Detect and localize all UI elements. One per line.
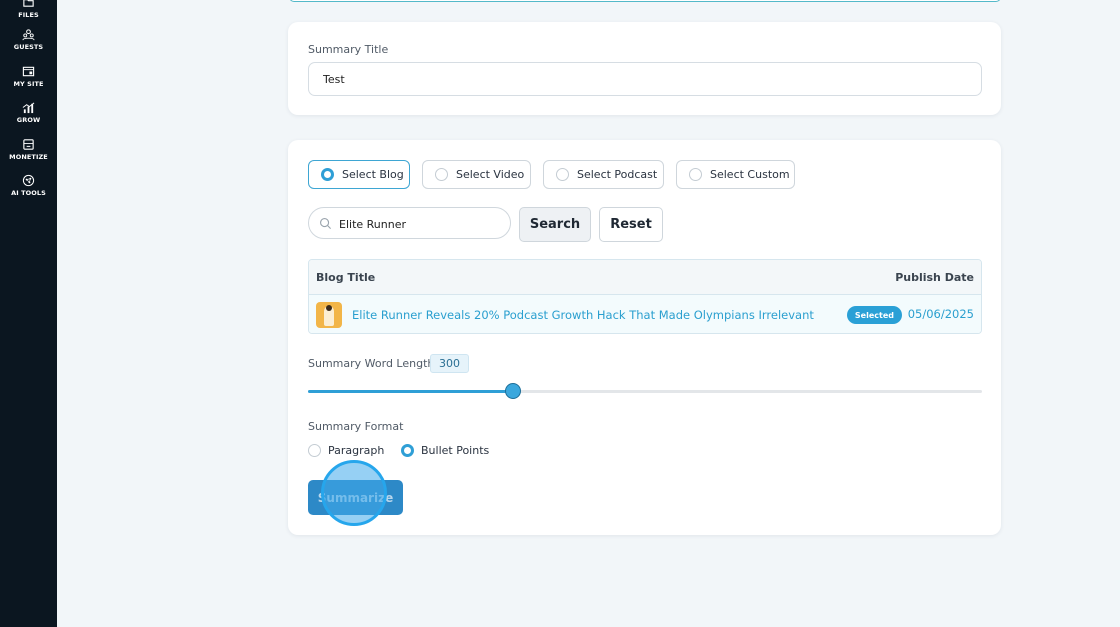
bar-chart-icon xyxy=(22,102,35,114)
nav-my-site-label: MY SITE xyxy=(13,80,44,88)
word-length-value: 300 xyxy=(430,354,469,373)
slider-handle[interactable] xyxy=(505,383,521,399)
select-blog-button[interactable]: Select Blog xyxy=(308,160,410,189)
select-blog-radio[interactable] xyxy=(321,168,334,181)
nav-monetize[interactable]: MONETIZE xyxy=(0,138,57,161)
slider-fill xyxy=(308,390,513,393)
nav-guests[interactable]: GUESTS xyxy=(0,28,57,51)
summary-title-card: Summary Title xyxy=(288,22,1001,115)
select-blog-label: Select Blog xyxy=(342,168,404,181)
select-custom-label: Select Custom xyxy=(710,168,790,181)
nav-files[interactable]: FILES xyxy=(0,0,57,19)
column-header-publish-date: Publish Date xyxy=(895,270,974,284)
bullet-points-label: Bullet Points xyxy=(421,444,490,457)
nav-my-site[interactable]: MY SITE xyxy=(0,65,57,88)
previous-card-edge xyxy=(289,0,1001,2)
blog-table: Blog Title Publish Date Elite Runner Rev… xyxy=(308,259,982,334)
nav-grow-label: GROW xyxy=(16,116,41,124)
paragraph-label: Paragraph xyxy=(328,444,385,457)
search-input[interactable] xyxy=(339,214,504,234)
search-box xyxy=(308,207,511,239)
blog-thumbnail xyxy=(316,301,342,328)
network-icon xyxy=(22,174,35,187)
window-icon xyxy=(22,66,35,77)
select-podcast-radio[interactable] xyxy=(556,168,569,181)
format-bullet-points-option[interactable]: Bullet Points xyxy=(401,444,489,457)
summary-title-input[interactable] xyxy=(308,62,982,96)
select-custom-button[interactable]: Select Custom xyxy=(676,160,795,189)
paragraph-radio[interactable] xyxy=(308,444,321,457)
search-icon xyxy=(320,218,332,230)
sidebar: FILES GUESTS MY SITE GROW MONETIZE AI TO… xyxy=(0,0,57,627)
word-length-slider[interactable] xyxy=(308,383,982,399)
blog-title-link[interactable]: Elite Runner Reveals 20% Podcast Growth … xyxy=(352,308,814,322)
bullet-points-radio[interactable] xyxy=(401,444,414,457)
nav-files-label: FILES xyxy=(18,11,39,19)
select-podcast-button[interactable]: Select Podcast xyxy=(543,160,664,189)
select-podcast-label: Select Podcast xyxy=(577,168,658,181)
folder-icon xyxy=(23,0,34,7)
column-header-blog-title: Blog Title xyxy=(316,270,376,284)
people-icon xyxy=(22,29,35,41)
nav-ai-tools[interactable]: AI TOOLS xyxy=(0,174,57,197)
table-header: Blog Title Publish Date xyxy=(309,260,981,295)
word-length-label: Summary Word Length xyxy=(308,357,435,370)
summary-format-label: Summary Format xyxy=(308,420,404,433)
nav-ai-tools-label: AI TOOLS xyxy=(11,189,46,197)
reset-button[interactable]: Reset xyxy=(599,207,663,242)
selected-badge: Selected xyxy=(846,306,902,324)
table-row[interactable]: Elite Runner Reveals 20% Podcast Growth … xyxy=(309,295,981,333)
select-video-button[interactable]: Select Video xyxy=(422,160,531,189)
search-button[interactable]: Search xyxy=(519,207,591,242)
nav-guests-label: GUESTS xyxy=(13,43,44,51)
nav-grow[interactable]: GROW xyxy=(0,101,57,124)
select-video-radio[interactable] xyxy=(435,168,448,181)
select-custom-radio[interactable] xyxy=(689,168,702,181)
summary-config-card: Select Blog Select Video Select Podcast … xyxy=(288,140,1001,535)
nav-monetize-label: MONETIZE xyxy=(9,153,48,161)
select-video-label: Select Video xyxy=(456,168,525,181)
box-icon xyxy=(23,139,34,150)
format-paragraph-option[interactable]: Paragraph xyxy=(308,444,384,457)
summary-title-label: Summary Title xyxy=(308,43,389,56)
summarize-button[interactable]: Summarize xyxy=(308,480,403,515)
publish-date: 05/06/2025 xyxy=(907,307,974,321)
